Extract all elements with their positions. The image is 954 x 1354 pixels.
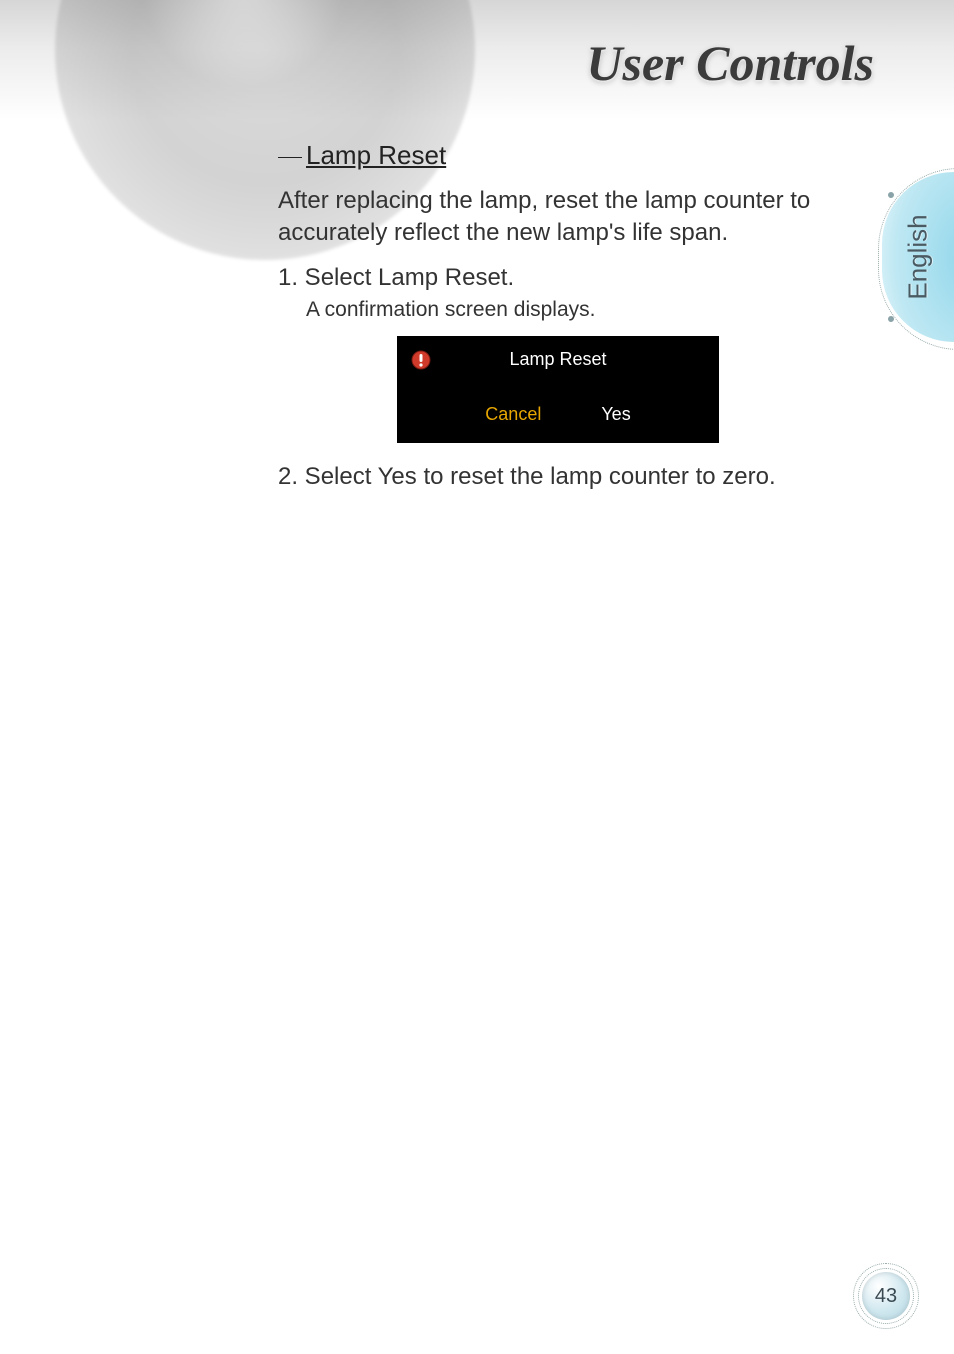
language-label: English	[903, 214, 934, 299]
page-header: User Controls	[0, 0, 954, 120]
page-number-badge: 43	[858, 1268, 914, 1324]
section-intro: After replacing the lamp, reset the lamp…	[278, 185, 838, 250]
lamp-reset-dialog: Lamp Reset Cancel Yes	[397, 336, 719, 443]
cancel-option[interactable]: Cancel	[485, 404, 541, 425]
language-tab-dot-top	[888, 192, 894, 198]
step-2: 2. Select Yes to reset the lamp counter …	[278, 463, 838, 491]
section-heading: Lamp Reset	[278, 140, 838, 171]
yes-option[interactable]: Yes	[601, 404, 630, 425]
dialog-title-row: Lamp Reset	[411, 346, 705, 374]
page-badge-disc: 43	[862, 1272, 910, 1320]
alert-icon	[411, 350, 431, 370]
page-title: User Controls	[586, 34, 874, 92]
language-tab: English	[882, 172, 954, 342]
page-number: 43	[875, 1285, 897, 1308]
dialog-title: Lamp Reset	[431, 349, 705, 370]
dialog-options: Cancel Yes	[411, 404, 705, 425]
content-block: Lamp Reset After replacing the lamp, res…	[278, 140, 838, 497]
step-1: 1. Select Lamp Reset.	[278, 264, 838, 292]
language-tab-dot-bottom	[888, 316, 894, 322]
step-1-sub: A confirmation screen displays.	[306, 298, 838, 322]
